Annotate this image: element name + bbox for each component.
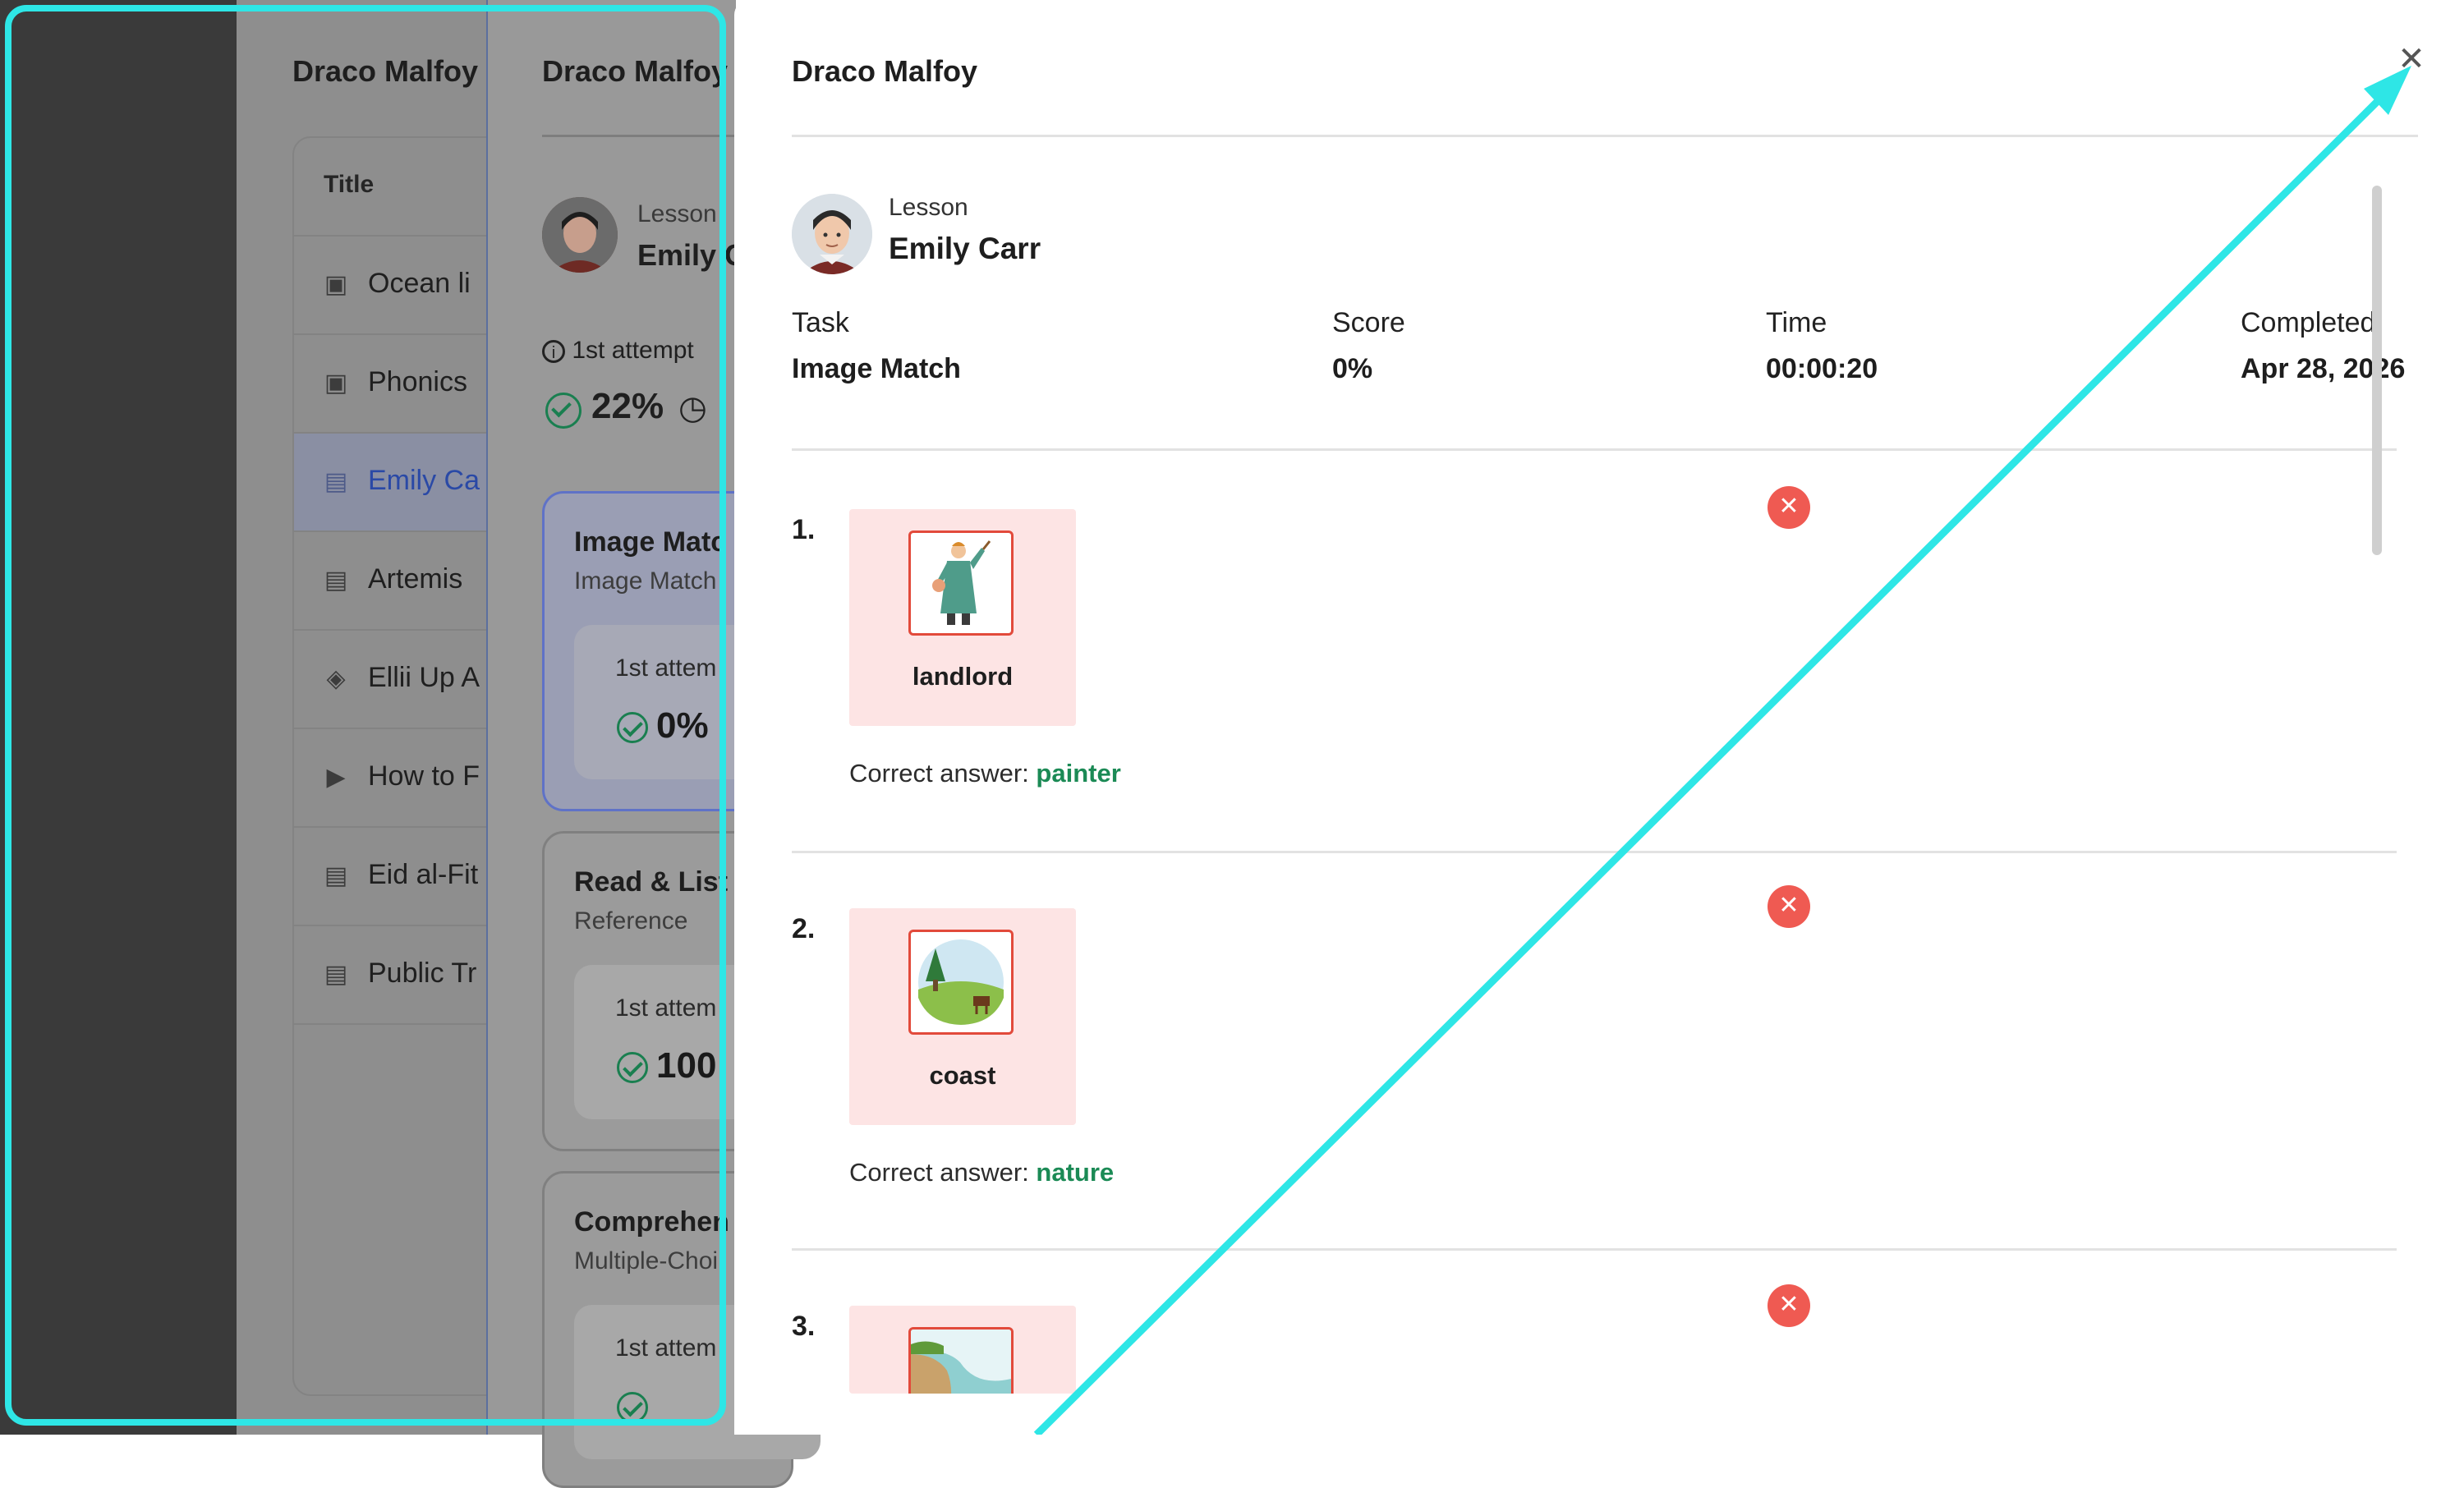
attempt-label: 1st attem	[615, 994, 717, 1022]
answer-word: landlord	[912, 662, 1014, 691]
divider	[792, 1248, 2397, 1251]
answer-card: landlord	[849, 509, 1076, 726]
dimmed-backdrop	[0, 0, 237, 1435]
image-doc-icon: ▣	[324, 370, 348, 397]
attempt-label: i 1st attempt	[542, 337, 694, 365]
wrong-icon: ✕	[1768, 486, 1810, 529]
landlord-picture	[908, 530, 1014, 636]
list-item-label: Public Tr	[368, 958, 477, 989]
panel-title: Draco Malfoy	[292, 54, 479, 88]
time-label: Time	[1766, 307, 1827, 338]
wrong-icon: ✕	[1768, 1284, 1810, 1327]
lesson-label: Lesson	[889, 194, 968, 221]
check-icon	[617, 712, 648, 743]
divider	[792, 448, 2397, 451]
info-icon: i	[542, 340, 565, 364]
scrollbar[interactable]	[2372, 186, 2382, 555]
task-value: Image Match	[792, 353, 961, 384]
task-results-drawer: Draco Malfoy ✕ Lesson Emily Carr Task Im…	[734, 0, 2464, 1435]
task-subtitle: Multiple-Choi	[574, 1247, 719, 1274]
list-item-label: Artemis	[368, 563, 463, 595]
video-icon: ▶	[326, 764, 346, 791]
clock-icon: ◷	[678, 390, 707, 426]
document-icon: ▤	[324, 862, 348, 889]
task-score: 0%	[656, 705, 709, 746]
correct-answer-value: nature	[1036, 1158, 1115, 1187]
lesson-name: Emily Carr	[889, 232, 1041, 265]
task-subtitle: Image Match	[574, 567, 717, 595]
list-item-label: Ellii Up A	[368, 662, 480, 693]
check-icon	[617, 1052, 648, 1083]
image-doc-icon: ▣	[324, 271, 348, 298]
correct-answer: Correct answer: nature	[849, 1158, 1115, 1187]
avatar	[792, 194, 872, 274]
document-icon: ▤	[324, 468, 348, 495]
document-icon: ▤	[324, 567, 348, 594]
document-icon: ▤	[324, 961, 348, 988]
question-number: 3.	[792, 1311, 816, 1342]
correct-answer: Correct answer: painter	[849, 759, 1121, 788]
task-label: Task	[792, 307, 849, 338]
close-icon[interactable]: ✕	[2393, 43, 2430, 79]
question-number: 1.	[792, 514, 816, 545]
task-score: 100	[656, 1045, 717, 1086]
graduation-cap-icon: ◈	[326, 665, 346, 692]
task-title: Image Matc	[574, 526, 727, 558]
answer-card	[849, 1306, 1076, 1394]
check-icon	[545, 393, 582, 429]
answer-card: coast	[849, 908, 1076, 1125]
drawer-title: Draco Malfoy	[792, 54, 978, 88]
task-title: Read & List	[574, 866, 729, 898]
attempt-label: 1st attem	[615, 1334, 717, 1362]
divider	[792, 851, 2397, 853]
wrong-icon: ✕	[1768, 885, 1810, 928]
question-number: 2.	[792, 913, 816, 944]
time-value: 00:00:20	[1766, 353, 1878, 384]
coast-picture	[908, 1327, 1014, 1394]
score-value: 0%	[1332, 353, 1373, 384]
lesson-label: Lesson	[637, 200, 717, 227]
task-title: Comprehen	[574, 1206, 729, 1238]
landscape-picture	[908, 930, 1014, 1035]
answer-word: coast	[929, 1061, 996, 1090]
panel-title: Draco Malfoy	[542, 54, 729, 88]
list-column-header: Title	[324, 171, 375, 198]
correct-answer-value: painter	[1036, 759, 1121, 788]
overall-score: 22%	[591, 386, 664, 426]
divider	[792, 135, 2418, 137]
lesson-name: Emily C	[637, 238, 747, 272]
attempt-label: 1st attem	[615, 654, 717, 682]
list-item-label: Emily Ca	[368, 465, 480, 496]
list-item-label: Phonics	[368, 366, 467, 397]
task-subtitle: Reference	[574, 907, 688, 935]
list-item-label: Eid al-Fit	[368, 859, 479, 890]
list-item-label: Ocean li	[368, 268, 471, 299]
completed-label: Completed	[2241, 307, 2376, 338]
check-icon	[617, 1392, 648, 1423]
list-item-label: How to F	[368, 760, 480, 792]
score-label: Score	[1332, 307, 1405, 338]
avatar	[542, 197, 618, 273]
